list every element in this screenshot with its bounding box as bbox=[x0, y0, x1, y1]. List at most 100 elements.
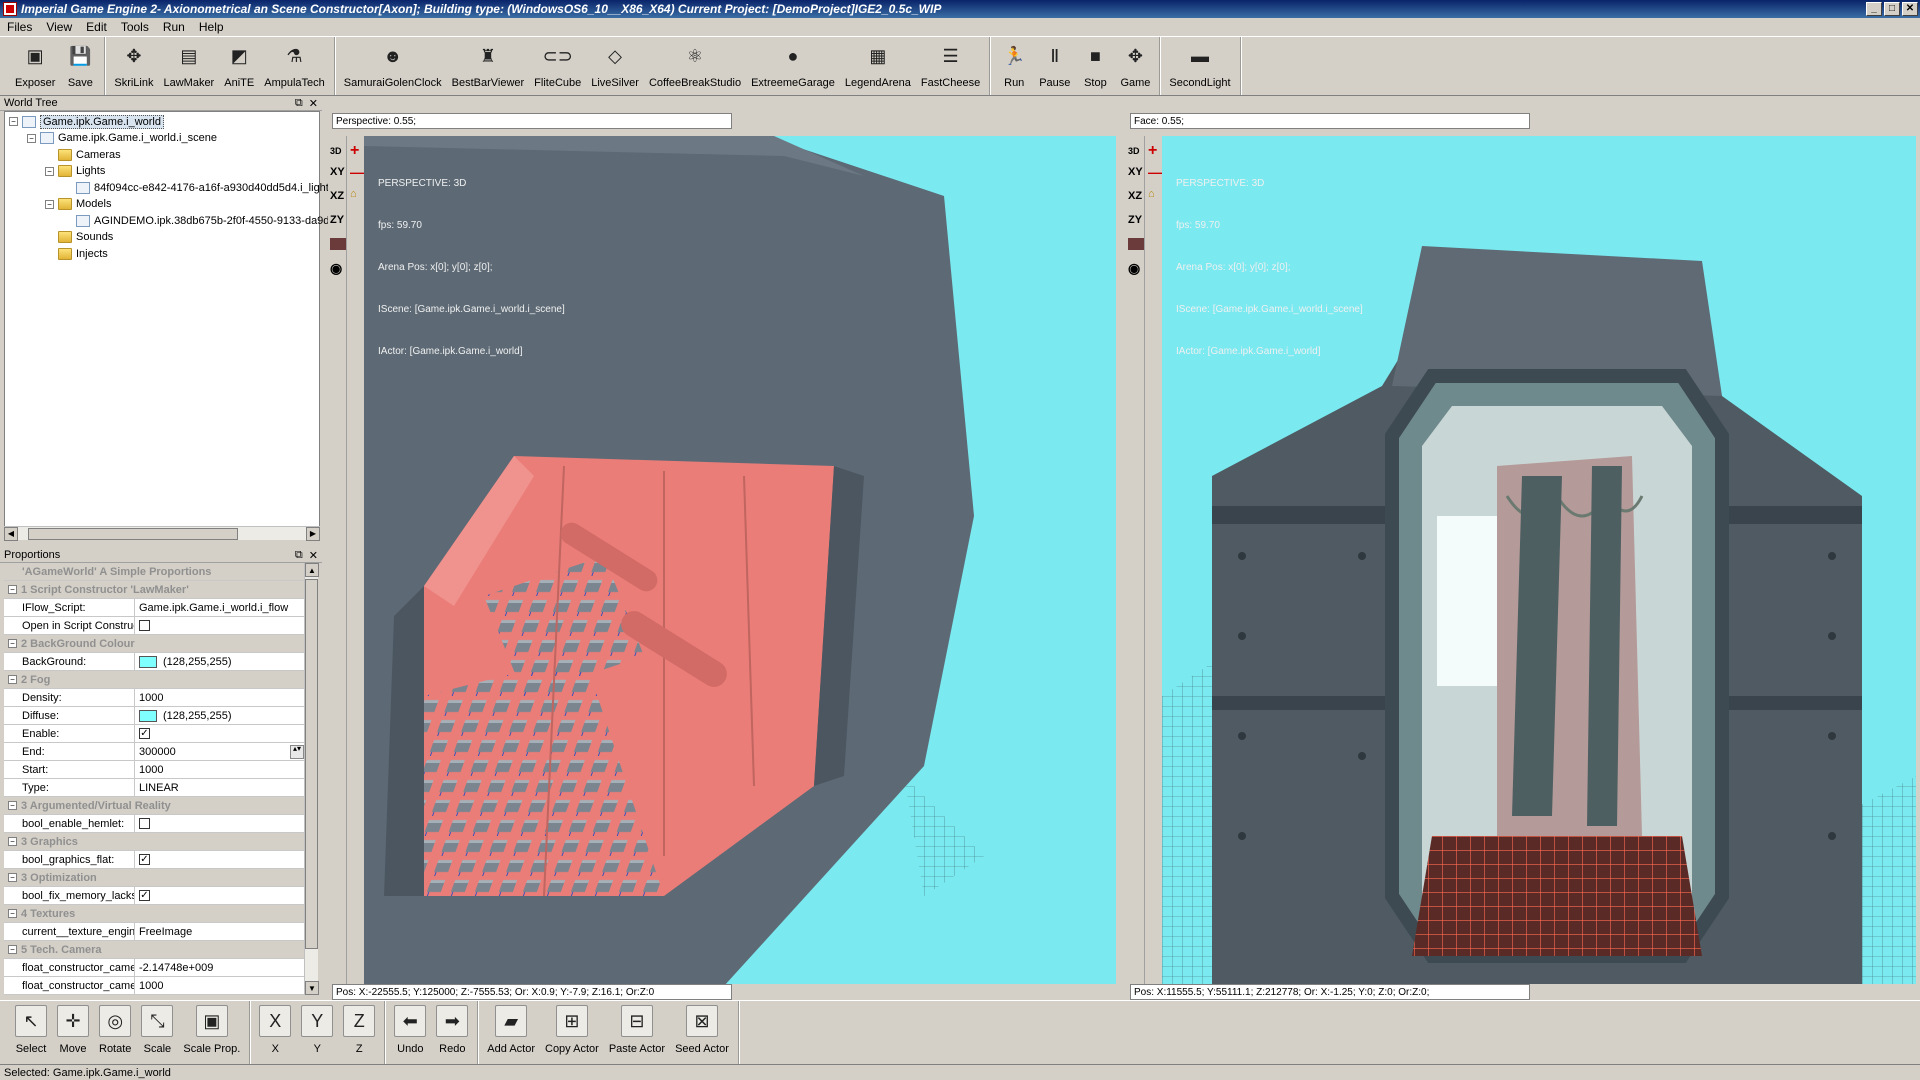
lawmaker-button[interactable]: ▤ LawMaker bbox=[158, 41, 219, 90]
scroll-down-icon[interactable]: ▼ bbox=[305, 981, 319, 995]
tree-item[interactable]: Sounds bbox=[45, 230, 113, 245]
x-button[interactable]: XX bbox=[254, 1005, 296, 1055]
scroll-left-icon[interactable]: ◀ bbox=[4, 526, 18, 541]
world-tree[interactable]: − Game.ipk.Game.i_world − Game.ipk.Game.i_w… bbox=[4, 111, 336, 538]
property-value[interactable]: 1000 bbox=[135, 689, 304, 706]
property-checkbox[interactable]: ✓ bbox=[139, 854, 150, 865]
menu-view[interactable]: View bbox=[39, 20, 79, 34]
property-value[interactable]: 1000 bbox=[135, 977, 304, 994]
stop-button[interactable]: ■ Stop bbox=[1075, 41, 1115, 90]
move-button[interactable]: ✛ Move bbox=[52, 1005, 94, 1055]
livesilver-button[interactable]: ◇ LiveSilver bbox=[586, 41, 644, 90]
view-xz-button[interactable]: XZ bbox=[330, 190, 344, 202]
exposer-button[interactable]: ▣ Exposer bbox=[10, 41, 60, 90]
tree-horizontal-scrollbar[interactable]: ◀ ▶ bbox=[4, 526, 320, 541]
building-icon[interactable]: ⌂ bbox=[350, 188, 357, 200]
property-value[interactable]: LINEAR bbox=[135, 779, 304, 796]
paste-actor-button[interactable]: ⊟ Paste Actor bbox=[604, 1005, 670, 1055]
property-checkbox[interactable]: ✓ bbox=[139, 890, 150, 901]
tree-expander-icon[interactable]: − bbox=[45, 199, 54, 209]
add-plus-icon[interactable]: + bbox=[1148, 142, 1157, 160]
property-value[interactable]: ✓ bbox=[135, 725, 304, 742]
section-collapse-icon[interactable]: − bbox=[8, 801, 17, 810]
property-section[interactable]: −5 Tech. Camera bbox=[4, 941, 304, 959]
app-icon[interactable] bbox=[3, 2, 17, 16]
run-button[interactable]: 🏃 Run bbox=[994, 41, 1034, 90]
tree-item[interactable]: − Game.ipk.Game.i_world bbox=[9, 114, 164, 129]
tree-expander-icon[interactable]: − bbox=[45, 166, 54, 176]
scale-prop-button[interactable]: ▣ Scale Prop. bbox=[178, 1005, 245, 1055]
skrilink-button[interactable]: ✥ SkriLink bbox=[109, 41, 158, 90]
close-button[interactable]: ✕ bbox=[1902, 2, 1918, 16]
tree-expander-icon[interactable]: − bbox=[27, 133, 36, 143]
tree-item[interactable]: − Models bbox=[45, 197, 111, 212]
tree-item[interactable]: − Lights bbox=[45, 164, 105, 179]
menu-run[interactable]: Run bbox=[156, 20, 192, 34]
section-collapse-icon[interactable]: − bbox=[8, 585, 17, 594]
property-section[interactable]: −3 Argumented/Virtual Reality bbox=[4, 797, 304, 815]
face-field[interactable]: Face: 0.55; bbox=[1130, 113, 1530, 129]
menu-help[interactable]: Help bbox=[192, 20, 231, 34]
property-section[interactable]: −2 Fog bbox=[4, 671, 304, 689]
scroll-up-icon[interactable]: ▲ bbox=[305, 563, 319, 577]
minus-icon[interactable]: — bbox=[350, 164, 364, 180]
view-zy-button[interactable]: ZY bbox=[330, 214, 344, 226]
viewport-scene-perspective[interactable]: PERSPECTIVE: 3D fps: 59.70 Arena Pos: x[… bbox=[364, 136, 1116, 984]
property-checkbox[interactable] bbox=[139, 620, 150, 631]
property-value[interactable]: 1000 bbox=[135, 761, 304, 778]
secondlight-button[interactable]: ▬ SecondLight bbox=[1164, 41, 1235, 90]
property-value[interactable]: ✓ bbox=[135, 851, 304, 868]
view-xy-button[interactable]: XY bbox=[330, 166, 345, 178]
dock-icon[interactable]: ⧉ bbox=[295, 549, 303, 562]
add-plus-icon[interactable]: + bbox=[350, 142, 359, 160]
scroll-thumb[interactable] bbox=[28, 527, 238, 540]
view-xy-button[interactable]: XY bbox=[1128, 166, 1143, 178]
pane-close-icon[interactable]: ✕ bbox=[309, 549, 318, 562]
property-value[interactable]: Game.ipk.Game.i_world.i_flow bbox=[135, 599, 304, 616]
property-checkbox[interactable]: ✓ bbox=[139, 728, 150, 739]
color-swatch[interactable] bbox=[139, 709, 157, 722]
view-3d-button[interactable]: 3D bbox=[330, 146, 342, 156]
game-button[interactable]: ✥ Game bbox=[1115, 41, 1155, 90]
section-collapse-icon[interactable]: − bbox=[8, 945, 17, 954]
tree-item[interactable]: Cameras bbox=[45, 147, 121, 162]
scroll-thumb[interactable] bbox=[305, 579, 318, 949]
property-section[interactable]: −2 BackGround Colour bbox=[4, 635, 304, 653]
property-checkbox[interactable] bbox=[139, 818, 150, 829]
menu-tools[interactable]: Tools bbox=[114, 20, 156, 34]
building-icon[interactable]: ⌂ bbox=[1148, 188, 1155, 200]
property-value[interactable]: -2.14748e+009 bbox=[135, 959, 304, 976]
tree-item[interactable]: − Game.ipk.Game.i_world.i_scene bbox=[27, 131, 217, 146]
z-button[interactable]: ZZ bbox=[338, 1005, 380, 1055]
viewport-scene-face[interactable]: PERSPECTIVE: 3D fps: 59.70 Arena Pos: x[… bbox=[1162, 136, 1916, 984]
section-collapse-icon[interactable]: − bbox=[8, 837, 17, 846]
pause-button[interactable]: Ⅱ Pause bbox=[1034, 41, 1075, 90]
bestbarviewer-button[interactable]: ♜ BestBarViewer bbox=[447, 41, 530, 90]
scroll-right-icon[interactable]: ▶ bbox=[306, 526, 320, 541]
property-section[interactable]: −1 Script Constructor 'LawMaker' bbox=[4, 581, 304, 599]
extreemegarage-button[interactable]: ● ExtreemeGarage bbox=[746, 41, 840, 90]
menu-edit[interactable]: Edit bbox=[79, 20, 114, 34]
fastcheese-button[interactable]: ☰ FastCheese bbox=[916, 41, 985, 90]
maximize-button[interactable]: □ bbox=[1884, 2, 1900, 16]
color-tool-icon[interactable] bbox=[330, 238, 346, 250]
y-button[interactable]: YY bbox=[296, 1005, 338, 1055]
coffeebreakstudio-button[interactable]: ⚛ CoffeeBreakStudio bbox=[644, 41, 746, 90]
legendarena-button[interactable]: ▦ LegendArena bbox=[840, 41, 916, 90]
position-field[interactable]: Pos: X:11555.5; Y:55111.1; Z:212778; Or:… bbox=[1130, 984, 1530, 1000]
tree-item[interactable]: 84f094cc-e842-4176-a16f-a930d40dd5d4.i_l… bbox=[63, 180, 329, 195]
property-section[interactable]: −3 Graphics bbox=[4, 833, 304, 851]
seed-actor-button[interactable]: ⊠ Seed Actor bbox=[670, 1005, 734, 1055]
flitecube-button[interactable]: ⊂⊃ FliteCube bbox=[529, 41, 586, 90]
anite-button[interactable]: ◩ AniTE bbox=[219, 41, 259, 90]
dock-icon[interactable]: ⧉ bbox=[295, 97, 303, 110]
minimize-button[interactable]: _ bbox=[1866, 2, 1882, 16]
position-field[interactable]: Pos: X:-22555.5; Y:125000; Z:-7555.53; O… bbox=[332, 984, 732, 1000]
color-swatch[interactable] bbox=[139, 655, 157, 668]
rotate-button[interactable]: ◎ Rotate bbox=[94, 1005, 136, 1055]
spinner-icon[interactable]: ▴▾ bbox=[290, 744, 304, 759]
property-value[interactable]: ✓ bbox=[135, 887, 304, 904]
view-3d-button[interactable]: 3D bbox=[1128, 146, 1140, 156]
redo-button[interactable]: ➡ Redo bbox=[431, 1005, 473, 1055]
view-zy-button[interactable]: ZY bbox=[1128, 214, 1142, 226]
